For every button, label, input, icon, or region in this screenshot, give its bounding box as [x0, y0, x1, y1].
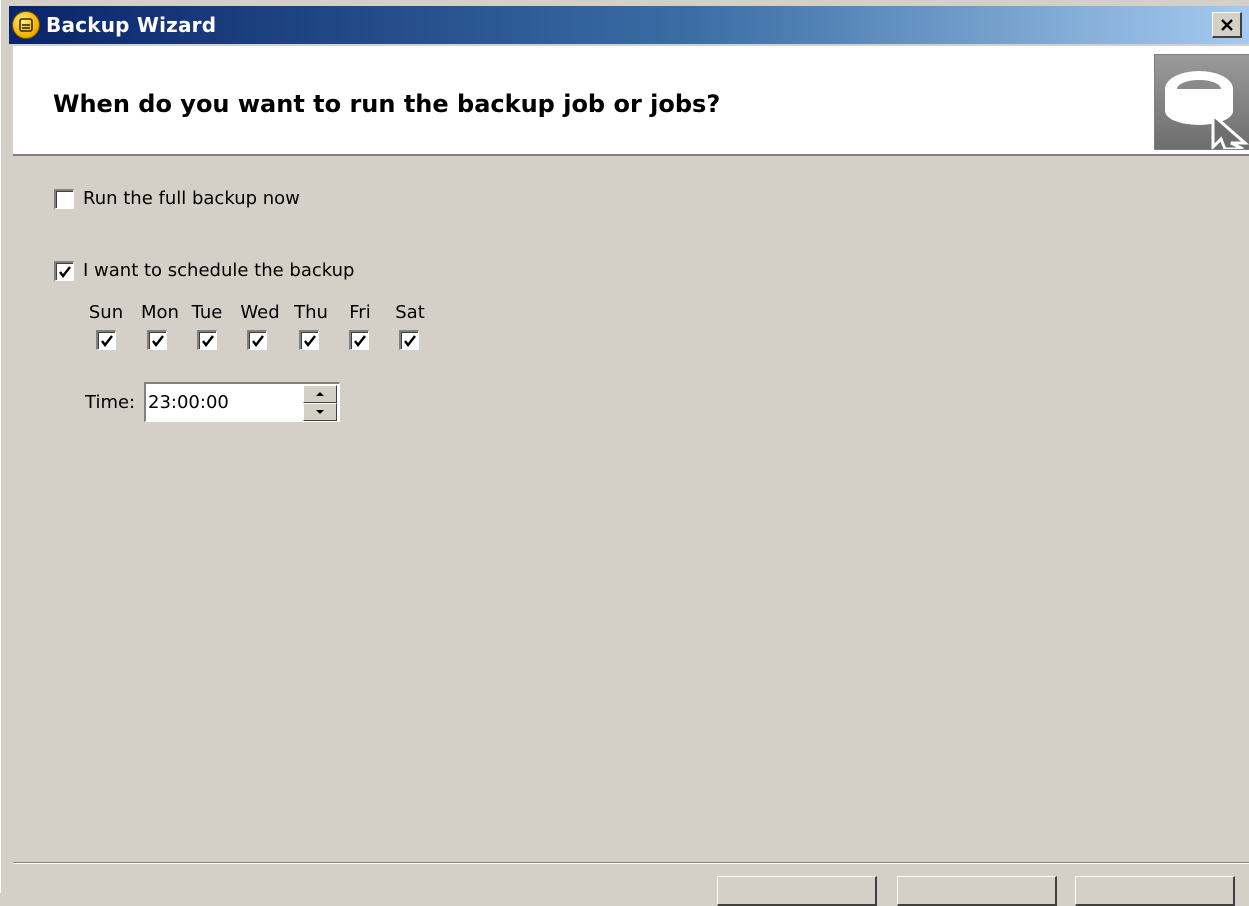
title-bar[interactable]: Backup Wizard	[9, 6, 1249, 44]
checkmark-icon	[354, 335, 366, 347]
day-checkbox-mon[interactable]	[147, 330, 167, 350]
checkmark-icon	[152, 335, 164, 347]
day-label-thu: Thu	[294, 302, 328, 323]
spin-down-button[interactable]	[303, 403, 337, 421]
checkmark-icon	[202, 335, 214, 347]
day-checkbox-sun[interactable]	[96, 330, 116, 350]
close-button[interactable]	[1212, 12, 1242, 38]
day-label-sat: Sat	[395, 302, 425, 323]
checkmark-icon	[304, 335, 316, 347]
chevron-up-icon	[316, 392, 324, 396]
day-label-tue: Tue	[191, 302, 223, 323]
schedule-checkbox[interactable]	[54, 261, 74, 281]
wizard-header: When do you want to run the backup job o…	[13, 46, 1249, 156]
day-checkbox-thu[interactable]	[299, 330, 319, 350]
day-checkbox-fri[interactable]	[349, 330, 369, 350]
run-now-checkbox[interactable]	[54, 189, 74, 209]
run-now-label: Run the full backup now	[83, 188, 300, 209]
window-title: Backup Wizard	[46, 13, 217, 37]
day-label-sun: Sun	[88, 302, 124, 323]
spin-up-button[interactable]	[303, 385, 337, 403]
tape-cursor-icon	[1154, 54, 1249, 151]
checkmark-icon	[101, 335, 113, 347]
time-input[interactable]: 23:00:00	[144, 382, 340, 422]
backup-wizard-window: Backup Wizard When do you want to run th…	[0, 0, 1249, 906]
checkmark-icon	[252, 335, 264, 347]
back-button[interactable]	[717, 876, 877, 906]
day-label-wed: Wed	[240, 302, 280, 323]
time-value: 23:00:00	[148, 392, 229, 413]
time-label: Time:	[85, 392, 136, 413]
next-button[interactable]	[897, 876, 1057, 906]
day-label-mon: Mon	[141, 302, 179, 323]
chevron-down-icon	[316, 410, 324, 414]
day-label-fri: Fri	[349, 302, 371, 323]
day-checkbox-sat[interactable]	[399, 330, 419, 350]
day-checkbox-wed[interactable]	[247, 330, 267, 350]
cancel-button[interactable]	[1075, 876, 1235, 906]
schedule-label: I want to schedule the backup	[83, 260, 355, 281]
checkmark-icon	[404, 335, 416, 347]
backup-disk-icon	[12, 11, 40, 39]
footer-separator	[13, 862, 1249, 864]
day-checkbox-tue[interactable]	[197, 330, 217, 350]
checkmark-icon	[59, 266, 71, 278]
close-icon	[1220, 18, 1233, 31]
page-title: When do you want to run the backup job o…	[53, 90, 721, 118]
time-spinner	[303, 385, 337, 421]
